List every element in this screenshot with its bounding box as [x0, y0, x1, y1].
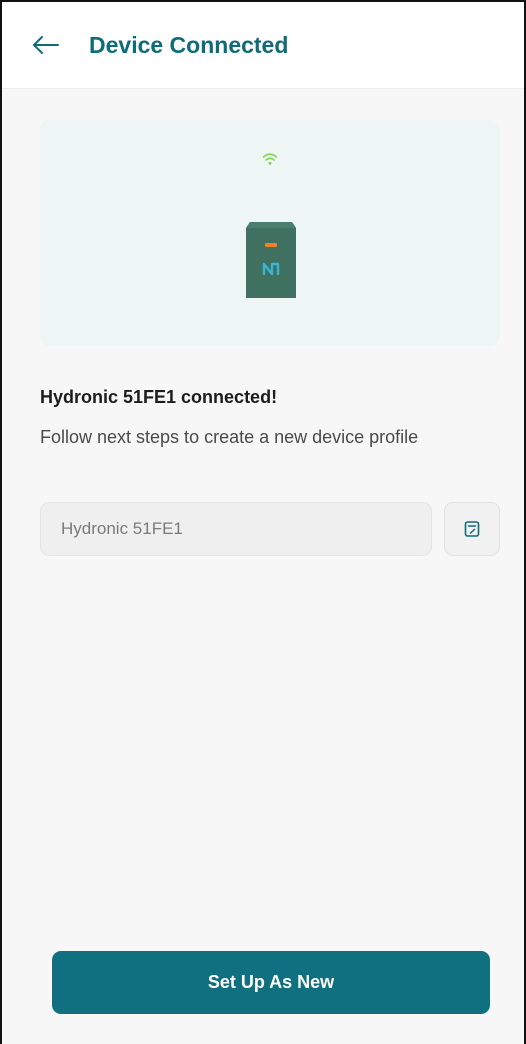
set-up-as-new-button[interactable]: Set Up As New [52, 951, 490, 1014]
instructions-text: Follow next steps to create a new device… [40, 427, 419, 447]
hydronic-device-icon [246, 222, 296, 298]
arrow-left-icon [33, 36, 59, 54]
device-illustration-panel [40, 120, 500, 346]
page-title: Device Connected [89, 32, 289, 58]
screen: Device Connected Hydronic 51FE1 connecte… [0, 0, 526, 1044]
app-header: Device Connected [2, 2, 524, 89]
edit-name-icon [464, 521, 480, 537]
connected-heading: Hydronic 51FE1 connected! [40, 387, 278, 407]
back-button[interactable] [28, 30, 64, 60]
edit-name-button[interactable] [444, 502, 500, 556]
device-name-input[interactable] [40, 502, 432, 556]
wifi-icon [262, 153, 278, 165]
